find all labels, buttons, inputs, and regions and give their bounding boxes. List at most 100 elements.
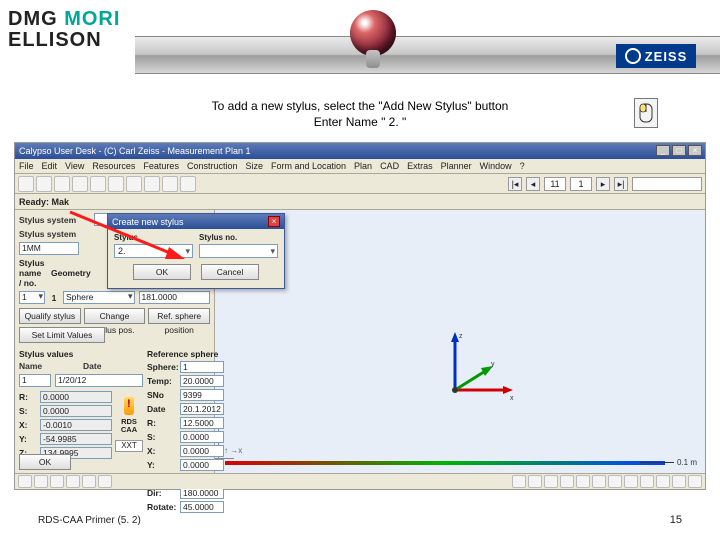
window-title: Calypso User Desk - (C) Carl Zeiss - Mea… <box>19 146 251 156</box>
change-stylus-pos-button[interactable]: Change stylus pos. <box>84 308 146 324</box>
minimize-button[interactable]: _ <box>656 145 670 156</box>
bottom-tool[interactable] <box>528 475 542 488</box>
label-name-no: Stylus name / no. <box>19 258 45 288</box>
toolbar-button[interactable] <box>144 176 160 192</box>
bottom-tool[interactable] <box>544 475 558 488</box>
axes-gizmo: x y z <box>435 330 515 410</box>
nav-prev-button[interactable]: ◂ <box>526 177 540 191</box>
bottom-tool[interactable] <box>82 475 96 488</box>
name-input[interactable]: 1 <box>19 374 51 387</box>
geometry-select[interactable]: Sphere <box>63 291 135 304</box>
svg-text:z: z <box>459 333 463 340</box>
nav-first-button[interactable]: |◂ <box>508 177 522 191</box>
probe-sphere-graphic <box>350 10 396 56</box>
menu-size[interactable]: Size <box>245 161 263 171</box>
bottom-tool[interactable] <box>640 475 654 488</box>
bottom-tool[interactable] <box>656 475 670 488</box>
footer-title: RDS-CAA Primer (5. 2) <box>38 515 141 526</box>
calypso-window: Calypso User Desk - (C) Carl Zeiss - Mea… <box>14 142 706 490</box>
value-S: 0.0000 <box>40 405 112 417</box>
menu-features[interactable]: Features <box>143 161 179 171</box>
brand-dmg: DMG <box>8 8 64 30</box>
bottom-tool[interactable] <box>576 475 590 488</box>
menu-formlocation[interactable]: Form and Location <box>271 161 346 171</box>
bottom-tool[interactable] <box>98 475 112 488</box>
menu-view[interactable]: View <box>65 161 84 171</box>
xxt-field[interactable]: XXT <box>115 440 143 452</box>
bottom-tool[interactable] <box>50 475 64 488</box>
menu-cad[interactable]: CAD <box>380 161 399 171</box>
nav-index[interactable]: 11 <box>544 177 566 191</box>
panel-ok-button[interactable]: OK <box>19 454 71 470</box>
bottom-tool[interactable] <box>624 475 638 488</box>
stylus-name-select[interactable]: 1 <box>19 291 45 304</box>
toolbar-button[interactable] <box>36 176 52 192</box>
bottom-tool[interactable] <box>34 475 48 488</box>
toolbar-button[interactable] <box>72 176 88 192</box>
nav-last-button[interactable]: ▸| <box>614 177 628 191</box>
bottom-tool[interactable] <box>672 475 686 488</box>
ref-temp[interactable]: 20.0000 <box>180 375 224 387</box>
bottom-tool[interactable] <box>18 475 32 488</box>
brand-mori: MORI <box>64 8 120 30</box>
ref-date: 20.1.2012 <box>180 403 224 415</box>
maximize-button[interactable]: □ <box>672 145 686 156</box>
slide-header: DMG MORI ELLISON ZEISS <box>0 0 720 90</box>
ref-sphere-pos-button[interactable]: Ref. sphere position <box>148 308 210 324</box>
label-dialog-stylusno: Stylus no. <box>199 233 278 242</box>
qualify-stylus-button[interactable]: Qualify stylus <box>19 308 81 324</box>
dialog-cancel-button[interactable]: Cancel <box>201 264 259 280</box>
nav-total: 1 <box>570 177 592 191</box>
callout-arrow <box>65 207 195 267</box>
scale-indicator: 0.1 m <box>640 458 697 467</box>
bottom-toolbar <box>15 473 705 489</box>
bottom-tool[interactable] <box>512 475 526 488</box>
menu-construction[interactable]: Construction <box>187 161 238 171</box>
menu-extras[interactable]: Extras <box>407 161 433 171</box>
bottom-tool[interactable] <box>66 475 80 488</box>
toolbar-button[interactable] <box>90 176 106 192</box>
bottom-tool[interactable] <box>592 475 606 488</box>
ref-sno: 9399 <box>180 389 224 401</box>
bottom-tool[interactable] <box>560 475 574 488</box>
date-input[interactable]: 1/20/12 <box>55 374 143 387</box>
dialog-close-button[interactable]: × <box>268 216 280 227</box>
bottom-tool[interactable] <box>688 475 702 488</box>
close-button[interactable]: × <box>688 145 702 156</box>
toolbar-button[interactable] <box>180 176 196 192</box>
color-gradient-bar <box>225 461 665 465</box>
brand-ellison: ELLISON <box>8 29 120 52</box>
window-titlebar: Calypso User Desk - (C) Carl Zeiss - Mea… <box>15 143 705 159</box>
dialog-stylusno-input[interactable] <box>199 244 278 258</box>
menu-help[interactable]: ? <box>520 161 525 171</box>
svg-text:y: y <box>491 361 495 368</box>
ref-rot: 45.0000 <box>180 501 224 513</box>
menu-window[interactable]: Window <box>480 161 512 171</box>
menu-edit[interactable]: Edit <box>42 161 58 171</box>
label-date: Date <box>83 361 143 371</box>
toolbar-button[interactable] <box>162 176 178 192</box>
value-R: 0.0000 <box>40 391 112 403</box>
menu-planner[interactable]: Planner <box>441 161 472 171</box>
nav-select[interactable] <box>632 177 702 191</box>
toolbar-button[interactable] <box>18 176 34 192</box>
toolbar-button[interactable] <box>126 176 142 192</box>
mid-icons: RDSCAA XXT <box>115 397 143 461</box>
label-name2: Name <box>19 361 79 371</box>
ref-sphere[interactable]: 1 <box>180 361 224 373</box>
bottom-tool[interactable] <box>608 475 622 488</box>
brand-left: DMG MORI ELLISON <box>8 8 120 52</box>
label-stylus-values: Stylus values <box>19 349 143 359</box>
set-limit-values-button[interactable]: Set Limit Values <box>19 327 105 343</box>
svg-text:x: x <box>510 395 514 402</box>
ref-R: 12.5000 <box>180 417 224 429</box>
toolbar-button[interactable] <box>54 176 70 192</box>
toolbar-button[interactable] <box>108 176 124 192</box>
nav-next-button[interactable]: ▸ <box>596 177 610 191</box>
menu-file[interactable]: File <box>19 161 34 171</box>
toolbar-right: |◂ ◂ 11 1 ▸ ▸| <box>508 177 702 191</box>
menu-plan[interactable]: Plan <box>354 161 372 171</box>
coverage-input[interactable]: 181.0000 <box>139 291 211 304</box>
menu-resources[interactable]: Resources <box>92 161 135 171</box>
value-X: -0.0010 <box>40 419 112 431</box>
